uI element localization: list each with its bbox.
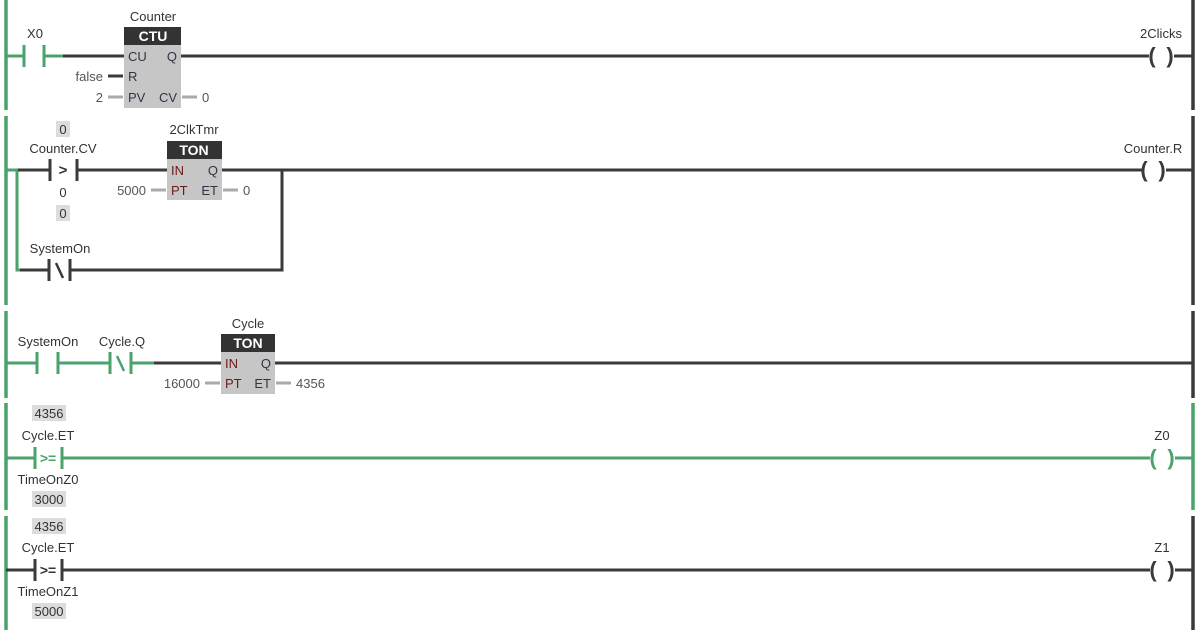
block-type: CTU	[139, 28, 168, 44]
pin-pt: PT	[225, 376, 242, 391]
pin-in: IN	[225, 356, 238, 371]
block-type: TON	[179, 142, 208, 158]
pt-value: 5000	[117, 183, 146, 198]
right-operand: TimeOnZ0	[18, 472, 79, 487]
left-live-value: 4356	[35, 519, 64, 534]
compare-operator: >=	[40, 450, 56, 466]
svg-text:): )	[1158, 157, 1165, 182]
pin-in: IN	[171, 163, 184, 178]
coil-z1[interactable]: () Z1	[1149, 540, 1174, 582]
rung-4[interactable]: >= 4356 Cycle.ET TimeOnZ0 3000 () Z0	[4, 403, 1195, 510]
contact-systemon[interactable]: SystemOn	[18, 334, 79, 374]
pt-value: 16000	[164, 376, 200, 391]
contact-label: SystemOn	[18, 334, 79, 349]
left-live-value: 4356	[35, 406, 64, 421]
svg-text:(: (	[1140, 157, 1148, 182]
rung-1[interactable]: X0 Counter CTU CU R PV Q CV false 2 0 ()…	[4, 0, 1195, 110]
coil-2clicks[interactable]: () 2Clicks	[1140, 26, 1182, 68]
rung-3[interactable]: SystemOn Cycle.Q Cycle TON IN PT Q ET 16…	[4, 311, 1195, 398]
left-operand: Counter.CV	[29, 141, 97, 156]
compare-operator: >=	[40, 562, 56, 578]
coil-counter-r[interactable]: () Counter.R	[1124, 141, 1183, 182]
right-operand: TimeOnZ1	[18, 584, 79, 599]
pin-et: ET	[201, 183, 218, 198]
block-type: TON	[233, 335, 262, 351]
pin-cu: CU	[128, 49, 147, 64]
pin-q: Q	[208, 163, 218, 178]
contact-label: Cycle.Q	[99, 334, 145, 349]
coil-label: 2Clicks	[1140, 26, 1182, 41]
contact-x0[interactable]: X0	[22, 26, 46, 67]
svg-text:(: (	[1148, 43, 1156, 68]
contact-label: SystemOn	[30, 241, 91, 256]
block-instance-name: Counter	[130, 9, 177, 24]
pv-value: 2	[96, 90, 103, 105]
et-value: 4356	[296, 376, 325, 391]
contact-cycle-q-nc[interactable]: Cycle.Q	[99, 334, 145, 374]
function-block-cycle[interactable]: Cycle TON IN PT Q ET	[221, 316, 275, 394]
svg-text:(: (	[1149, 445, 1157, 470]
pin-r: R	[128, 69, 137, 84]
svg-text:): )	[1167, 557, 1174, 582]
rung-5[interactable]: >= 4356 Cycle.ET TimeOnZ1 5000 () Z1	[4, 516, 1195, 630]
coil-z0[interactable]: () Z0	[1149, 428, 1174, 470]
left-live-value: 0	[59, 122, 66, 137]
pin-et: ET	[254, 376, 271, 391]
pin-pt: PT	[171, 183, 188, 198]
function-block-2clktmr[interactable]: 2ClkTmr TON IN PT Q ET	[167, 122, 222, 200]
block-instance-name: Cycle	[232, 316, 265, 331]
right-live-value: 3000	[35, 492, 64, 507]
block-instance-name: 2ClkTmr	[169, 122, 219, 137]
contact-label: X0	[27, 26, 43, 41]
et-value: 0	[243, 183, 250, 198]
cv-value: 0	[202, 90, 209, 105]
r-value: false	[76, 69, 103, 84]
pin-q: Q	[167, 49, 177, 64]
pin-q: Q	[261, 356, 271, 371]
compare-contact-ge[interactable]: >= 4356 Cycle.ET TimeOnZ0 3000	[18, 405, 79, 507]
left-operand: Cycle.ET	[22, 428, 75, 443]
coil-label: Z0	[1154, 428, 1169, 443]
svg-text:): )	[1167, 445, 1174, 470]
compare-operator: >	[59, 162, 68, 179]
svg-text:): )	[1166, 43, 1173, 68]
coil-label: Counter.R	[1124, 141, 1183, 156]
pin-cv: CV	[159, 90, 177, 105]
right-operand: 0	[59, 185, 66, 200]
left-operand: Cycle.ET	[22, 540, 75, 555]
function-block-counter[interactable]: Counter CTU CU R PV Q CV	[124, 9, 181, 108]
contact-systemon-nc[interactable]: SystemOn	[30, 241, 91, 281]
right-live-value: 0	[59, 206, 66, 221]
rung-2[interactable]: > 0 Counter.CV 0 0 2ClkTmr TON IN PT Q E…	[4, 116, 1195, 305]
ladder-diagram: X0 Counter CTU CU R PV Q CV false 2 0 ()…	[4, 0, 1195, 630]
coil-label: Z1	[1154, 540, 1169, 555]
svg-text:(: (	[1149, 557, 1157, 582]
right-live-value: 5000	[35, 604, 64, 619]
pin-pv: PV	[128, 90, 146, 105]
